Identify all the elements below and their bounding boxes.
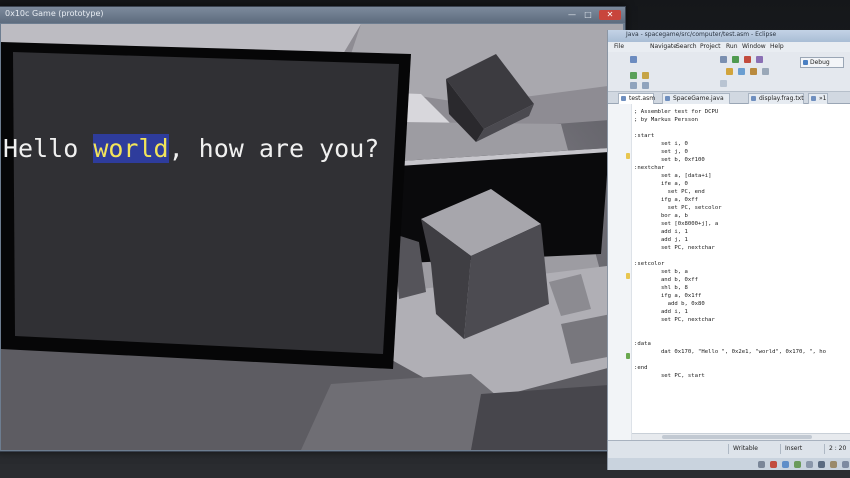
build-icon[interactable] [642, 72, 649, 79]
ide-window[interactable]: Java - spacegame/src/computer/test.asm -… [607, 30, 850, 470]
code-line: set PC, nextchar [634, 245, 715, 251]
system-tray [608, 458, 850, 470]
code-line: ifg a, 0xff [634, 197, 698, 203]
code-line: :setcolor [634, 261, 665, 267]
code-line: ; Assembler test for DCPU [634, 109, 719, 115]
tray-network-icon[interactable] [782, 461, 789, 468]
monitor-text: Hello world, how are you? [3, 134, 379, 163]
ide-window-title: Java - spacegame/src/computer/test.asm -… [626, 31, 777, 38]
tray-power-icon[interactable] [830, 461, 837, 468]
code-line: :nextchar [634, 165, 665, 171]
tray-flag-icon[interactable] [758, 461, 765, 468]
horizontal-scrollbar[interactable] [632, 433, 850, 440]
menu-search[interactable]: Search [676, 43, 697, 50]
nav-icon[interactable] [720, 80, 727, 87]
code-line: bor a, b [634, 213, 688, 219]
stop-icon[interactable] [744, 56, 751, 63]
game-window[interactable]: 0x10c Game (prototype) — □ ✕ Hello world… [0, 6, 626, 452]
tab-display-frag[interactable]: display.frag.txt [748, 93, 804, 104]
code-line: :end [634, 365, 648, 371]
tray-antivirus-icon[interactable] [770, 461, 777, 468]
class-icon[interactable] [738, 68, 745, 75]
monitor-frame [1, 42, 411, 369]
code-line: set b, a [634, 269, 688, 275]
code-line: add i, 1 [634, 229, 688, 235]
code-line: set PC, start [634, 373, 705, 379]
code-line: set PC, nextchar [634, 317, 715, 323]
code-line: ifg a, 0x1ff [634, 293, 702, 299]
menu-file[interactable]: File [614, 43, 624, 50]
code-line: set PC, setcolor [634, 205, 722, 211]
code-line: add b, 0x80 [634, 301, 705, 307]
code-line: set a, [data+i] [634, 173, 712, 179]
monitor-text-before: Hello [3, 134, 94, 163]
play-icon[interactable] [732, 56, 739, 63]
debug-perspective-button[interactable]: Debug [800, 57, 844, 68]
minimize-button[interactable]: — [565, 10, 579, 20]
line-marker [626, 353, 630, 359]
search-icon[interactable] [762, 68, 769, 75]
back-icon[interactable] [630, 82, 637, 89]
close-button[interactable]: ✕ [599, 10, 621, 20]
status-insert: Insert [780, 444, 820, 454]
status-writable: Writable [728, 444, 776, 454]
code-line: dat 0x170, "Hello ", 0x2e1, "world", 0x1… [634, 349, 826, 355]
code-line: ife a, 0 [634, 181, 688, 187]
tab-overflow[interactable]: »1 [808, 93, 828, 104]
forward-icon[interactable] [642, 82, 649, 89]
monitor-text-after: , how are you? [168, 134, 380, 163]
package-icon[interactable] [726, 68, 733, 75]
game-window-title: 0x10c Game (prototype) [5, 9, 104, 18]
desktop: 0x10c Game (prototype) — □ ✕ Hello world… [0, 0, 850, 478]
code-line: ; by Markus Persson [634, 117, 698, 123]
scrollbar-thumb[interactable] [662, 435, 812, 439]
menu-navigate[interactable]: Navigate [650, 43, 677, 50]
code-line: add i, 1 [634, 309, 688, 315]
ide-statusbar: Writable Insert 2 : 20 [608, 440, 850, 470]
tray-chat-icon[interactable] [842, 461, 849, 468]
debug-run-icon[interactable] [720, 56, 727, 63]
menu-window[interactable]: Window [742, 43, 766, 50]
code-line: set b, 0xf100 [634, 157, 705, 163]
code-line: shl b, 8 [634, 285, 688, 291]
monitor-screen [13, 52, 399, 354]
code-editor[interactable]: ; Assembler test for DCPU ; by Markus Per… [608, 104, 850, 440]
line-marker [626, 153, 630, 159]
editor-tabs: test.asm SpaceGame.java display.frag.txt… [608, 92, 850, 104]
game-titlebar[interactable]: 0x10c Game (prototype) — □ ✕ [0, 7, 625, 23]
status-position: 2 : 20 [824, 444, 850, 454]
code-line: set j, 0 [634, 149, 688, 155]
menu-help[interactable]: Help [770, 43, 784, 50]
run-icon[interactable] [630, 72, 637, 79]
tray-display-icon[interactable] [818, 461, 825, 468]
maximize-button[interactable]: □ [581, 10, 595, 20]
menu-project[interactable]: Project [700, 43, 721, 50]
folder-icon[interactable] [750, 68, 757, 75]
code-line: and b, 0xff [634, 277, 698, 283]
code-line: add j, 1 [634, 237, 688, 243]
code-line: set [0x8000+j], a [634, 221, 719, 227]
code-line: set i, 0 [634, 141, 688, 147]
game-viewport[interactable]: Hello world, how are you? [1, 24, 623, 450]
code-line: set PC, end [634, 189, 705, 195]
new-icon[interactable] [630, 56, 637, 63]
tray-update-icon[interactable] [794, 461, 801, 468]
tab-spacegame-java[interactable]: SpaceGame.java [662, 93, 730, 104]
ide-toolbar: Debug [608, 52, 850, 92]
ide-menubar: File Navigate Search Project Run Window … [608, 42, 850, 52]
tools-icon[interactable] [756, 56, 763, 63]
code-line: :start [634, 133, 655, 139]
menu-run[interactable]: Run [726, 43, 738, 50]
monitor-text-highlight: world [93, 134, 169, 163]
line-marker [626, 273, 630, 279]
tray-volume-icon[interactable] [806, 461, 813, 468]
tab-test-asm[interactable]: test.asm [618, 93, 655, 104]
floor-panel [471, 384, 623, 450]
ide-titlebar[interactable]: Java - spacegame/src/computer/test.asm -… [608, 30, 850, 42]
code-line: :data [634, 341, 651, 347]
